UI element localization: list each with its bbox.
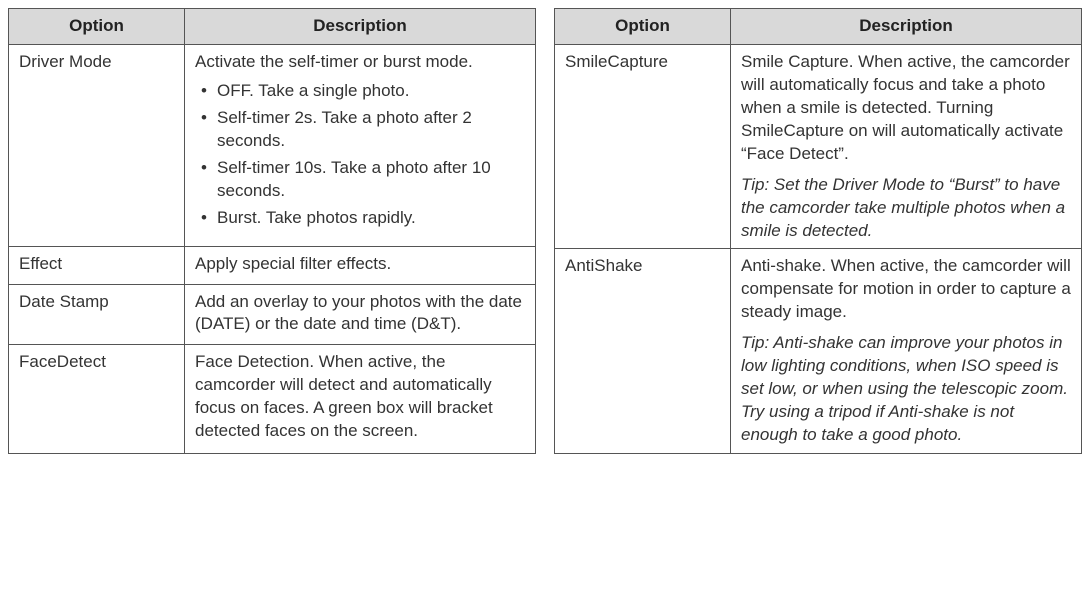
option-desc: Apply special filter effects. <box>185 247 536 284</box>
list-item: Burst. Take photos rapidly. <box>213 207 525 230</box>
header-option: Option <box>555 9 731 45</box>
tip-text: Tip: Set the Driver Mode to “Burst” to h… <box>741 174 1071 243</box>
option-name: Driver Mode <box>9 44 185 246</box>
option-name: AntiShake <box>555 249 731 454</box>
header-option: Option <box>9 9 185 45</box>
option-desc: Activate the self-timer or burst mode. O… <box>185 44 536 246</box>
list-item: Self-timer 2s. Take a photo after 2 seco… <box>213 107 525 153</box>
table-row: Date Stamp Add an overlay to your photos… <box>9 284 536 345</box>
list-item: OFF. Take a single photo. <box>213 80 525 103</box>
option-desc: Anti-shake. When active, the camcorder w… <box>731 249 1082 454</box>
options-table-left: Option Description Driver Mode Activate … <box>8 8 536 454</box>
bullet-list: OFF. Take a single photo. Self-timer 2s.… <box>195 80 525 230</box>
option-name: SmileCapture <box>555 44 731 249</box>
option-desc: Smile Capture. When active, the camcorde… <box>731 44 1082 249</box>
option-desc: Add an overlay to your photos with the d… <box>185 284 536 345</box>
tip-text: Tip: Anti-shake can improve your photos … <box>741 332 1071 447</box>
table-row: FaceDetect Face Detection. When active, … <box>9 345 536 453</box>
list-item: Self-timer 10s. Take a photo after 10 se… <box>213 157 525 203</box>
table-row: Driver Mode Activate the self-timer or b… <box>9 44 536 246</box>
header-description: Description <box>731 9 1082 45</box>
option-desc: Face Detection. When active, the camcord… <box>185 345 536 453</box>
desc-text: Smile Capture. When active, the camcorde… <box>741 51 1071 166</box>
option-name: Effect <box>9 247 185 284</box>
desc-text: Activate the self-timer or burst mode. <box>195 51 525 74</box>
table-row: SmileCapture Smile Capture. When active,… <box>555 44 1082 249</box>
option-name: FaceDetect <box>9 345 185 453</box>
option-name: Date Stamp <box>9 284 185 345</box>
table-row: AntiShake Anti-shake. When active, the c… <box>555 249 1082 454</box>
options-table-right: Option Description SmileCapture Smile Ca… <box>554 8 1082 454</box>
header-description: Description <box>185 9 536 45</box>
desc-text: Anti-shake. When active, the camcorder w… <box>741 255 1071 324</box>
table-row: Effect Apply special filter effects. <box>9 247 536 284</box>
